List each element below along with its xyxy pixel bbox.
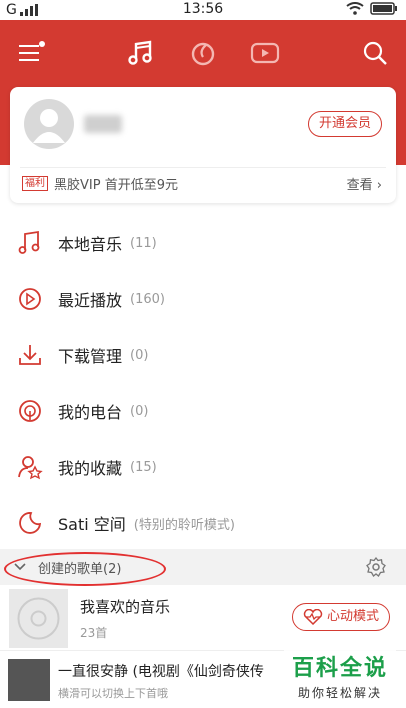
vinyl-icon: [17, 597, 60, 640]
menu-label: 本地音乐: [58, 235, 123, 254]
music-icon: [128, 40, 152, 65]
menu-label: 我的电台: [58, 403, 123, 422]
card-divider: [20, 167, 386, 168]
menu-my-radio[interactable]: 我的电台 (0): [0, 383, 406, 439]
menu-count: (0): [130, 403, 149, 419]
highlight-oval: [4, 552, 166, 586]
heart-mode-button[interactable]: 心动模式: [291, 603, 390, 631]
playlist-count: 23首: [80, 626, 108, 640]
username-blurred: [84, 115, 122, 133]
created-playlists-header[interactable]: 创建的歌单(2): [0, 549, 406, 586]
chevron-right-icon: ›: [376, 178, 382, 193]
profile-card: 开通会员 福利 黑胶VIP 首开低至9元 查看 ›: [10, 87, 396, 203]
promo-view-link[interactable]: 查看 ›: [347, 174, 382, 193]
download-icon: [15, 340, 45, 370]
menu-count: (0): [130, 347, 149, 363]
tab-discover[interactable]: [186, 36, 220, 70]
menu-recent-play[interactable]: 最近播放 (160): [0, 271, 406, 327]
hamburger-icon: [19, 41, 45, 61]
user-icon: [33, 109, 65, 143]
menu-count: (特别的聆听模式): [133, 517, 235, 533]
moon-icon: [15, 508, 45, 538]
music-note-icon: [15, 228, 45, 258]
watermark-main: 百科全说: [291, 656, 388, 681]
video-icon: [250, 42, 280, 64]
gear-icon[interactable]: [366, 557, 386, 577]
watermark-sub: 助你轻松解决: [297, 686, 382, 700]
avatar[interactable]: [24, 99, 74, 149]
menu-favorites[interactable]: 我的收藏 (15): [0, 439, 406, 495]
menu-local-music[interactable]: 本地音乐 (11): [0, 215, 406, 271]
menu-label: 最近播放: [58, 291, 123, 310]
wifi-icon: [346, 2, 364, 15]
open-vip-button[interactable]: 开通会员: [307, 111, 382, 137]
menu-label: 我的收藏: [58, 459, 123, 478]
now-playing-subtitle: 横滑可以切换上下首哦: [58, 687, 168, 700]
promo-tag: 福利: [22, 176, 48, 191]
menu-downloads[interactable]: 下载管理 (0): [0, 327, 406, 383]
menu-count: (160): [130, 291, 165, 307]
menu-label: Sati 空间: [58, 515, 126, 534]
status-bar: G 13:56: [0, 0, 406, 20]
menu-sati-space[interactable]: Sati 空间 (特别的聆听模式): [0, 495, 406, 551]
watermark: 百科全说 助你轻松解决: [284, 650, 396, 702]
playlist-name: 我喜欢的音乐: [80, 598, 171, 616]
tab-video[interactable]: [248, 36, 282, 70]
search-icon: [363, 41, 387, 65]
menu-label: 下载管理: [58, 347, 123, 366]
playlist-cover: [9, 589, 68, 648]
radio-icon: [15, 396, 45, 426]
heart-mode-label: 心动模式: [326, 609, 379, 624]
recent-play-icon: [15, 284, 45, 314]
search-button[interactable]: [358, 36, 392, 70]
menu-count: (11): [130, 235, 157, 251]
netease-logo-icon: [191, 42, 215, 66]
promo-view-label: 查看: [346, 178, 373, 193]
promo-text[interactable]: 黑胶VIP 首开低至9元: [54, 174, 178, 193]
tab-my-music[interactable]: [124, 36, 158, 70]
now-playing-cover: [8, 659, 50, 701]
menu-button[interactable]: [14, 36, 48, 70]
library-menu: 本地音乐 (11) 最近播放 (160) 下载管理 (0) 我的电台 (0) 我…: [0, 215, 406, 551]
playlist-item[interactable]: 我喜欢的音乐 23首 心动模式: [0, 586, 406, 650]
heartbeat-icon: [303, 609, 323, 625]
menu-count: (15): [130, 459, 157, 475]
star-person-icon: [15, 452, 45, 482]
now-playing-title: 一直很安静 (电视剧《仙剑奇侠传: [58, 664, 264, 680]
battery-icon: [370, 2, 397, 15]
